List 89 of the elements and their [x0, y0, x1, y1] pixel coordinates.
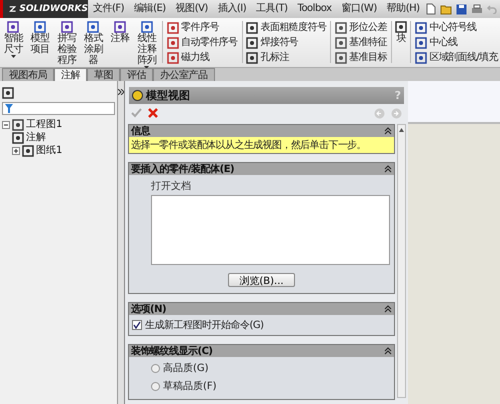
- ribbon-button[interactable]: 智能尺寸: [0, 21, 27, 59]
- radio-option[interactable]: 草稿品质(F): [129, 377, 394, 395]
- tool-icon: [335, 22, 348, 34]
- ribbon-button[interactable]: 形位公差: [335, 21, 387, 34]
- scroll-up-icon[interactable]: [399, 128, 404, 132]
- menu-item[interactable]: 帮助(H): [382, 0, 425, 18]
- tab[interactable]: 评估: [120, 68, 153, 81]
- tool-icon: [415, 52, 428, 64]
- tool-icon: [140, 21, 153, 33]
- new-file-icon: [426, 3, 436, 15]
- ribbon-button[interactable]: 注释: [106, 21, 134, 44]
- model-view-icon: [132, 90, 143, 101]
- tool-icon: [34, 21, 46, 33]
- tool-icon: [7, 21, 20, 33]
- section-header[interactable]: 信息: [129, 125, 394, 137]
- ribbon-button[interactable]: 模型项目: [26, 21, 54, 55]
- menu-item[interactable]: 工具(T): [251, 0, 293, 18]
- ribbon-button[interactable]: 磁力线: [167, 51, 238, 64]
- dropdown-icon[interactable]: [10, 55, 16, 59]
- menu-item[interactable]: 编辑(E): [129, 0, 171, 18]
- list-label: 打开文档: [150, 180, 192, 194]
- scrollbar[interactable]: [397, 124, 406, 398]
- collapse-icon[interactable]: [384, 305, 392, 313]
- ribbon-button[interactable]: 拼写检验程序: [53, 21, 80, 66]
- section-header[interactable]: 要插入的零件/装配体(E): [129, 163, 394, 175]
- folder-icon: [440, 4, 452, 14]
- tool-icon: [114, 21, 126, 33]
- tool-icon: [415, 22, 428, 34]
- menu-item[interactable]: 文件(F): [88, 0, 130, 18]
- menu-item[interactable]: 视图(V): [170, 0, 213, 18]
- undo-icon: [487, 4, 497, 14]
- collapse-icon[interactable]: [384, 127, 392, 135]
- printer-icon: [471, 4, 483, 14]
- tool-icon: [167, 36, 180, 48]
- info-message: 选择一零件或装配体以从之生成视图，然后单击下一步。: [129, 137, 394, 153]
- filter-icon: [5, 104, 13, 113]
- ribbon-button[interactable]: 基准目标: [335, 51, 387, 64]
- checkbox[interactable]: [132, 320, 142, 330]
- tree-item[interactable]: 图纸1: [12, 144, 115, 157]
- tool-icon: [415, 36, 428, 48]
- ribbon-button[interactable]: 基准特征: [335, 36, 387, 49]
- tool-icon: [167, 22, 180, 34]
- tool-icon: [87, 21, 100, 33]
- section-header[interactable]: 选项(N): [129, 303, 394, 315]
- tool-icon: [335, 52, 348, 64]
- filter-field[interactable]: [2, 102, 115, 115]
- ribbon-button[interactable]: 线性注释阵列: [134, 21, 160, 70]
- collapse-icon[interactable]: [384, 347, 392, 355]
- expand-icon[interactable]: [12, 146, 20, 154]
- radio-option[interactable]: 高品质(G): [129, 359, 394, 377]
- save-icon: [456, 4, 467, 14]
- app-logo: SOLIDWORKS: [0, 0, 88, 18]
- tab[interactable]: 草图: [87, 68, 120, 81]
- collapse-icon[interactable]: [2, 120, 10, 128]
- expand-icon: [118, 89, 124, 95]
- tool-icon: [246, 36, 258, 48]
- ribbon-button[interactable]: 中心线: [415, 36, 498, 49]
- document-list[interactable]: [151, 195, 390, 265]
- radio-button[interactable]: [151, 364, 160, 372]
- tool-icon: [60, 21, 73, 33]
- menu-item[interactable]: 插入(I): [212, 0, 252, 18]
- section-header[interactable]: 装饰螺纹线显示(C): [129, 345, 394, 357]
- tool-icon: [246, 22, 258, 34]
- dropdown-icon[interactable]: [144, 66, 150, 70]
- ribbon-button[interactable]: 焊接符号: [246, 36, 326, 49]
- panel-title: 模型视图: [146, 88, 190, 103]
- tool-icon: [246, 52, 258, 64]
- ribbon-button[interactable]: 块: [394, 21, 408, 44]
- ribbon-button[interactable]: 区域剖面线/填充: [415, 51, 498, 64]
- ribbon-button[interactable]: 零件序号: [167, 21, 238, 34]
- menu-item[interactable]: Toolbox: [292, 0, 337, 18]
- tree-item[interactable]: 注解: [12, 131, 115, 144]
- tool-icon: [167, 52, 180, 64]
- radio-button[interactable]: [151, 382, 160, 390]
- ribbon-button[interactable]: 孔标注: [246, 51, 326, 64]
- tree-item[interactable]: 工程图1: [2, 118, 115, 131]
- tab[interactable]: 视图布局: [2, 68, 54, 81]
- ribbon-button[interactable]: 表面粗糙度符号: [246, 21, 326, 34]
- ribbon-button[interactable]: 自动零件序号: [167, 36, 238, 49]
- collapse-icon[interactable]: [384, 165, 392, 173]
- browse-button[interactable]: 浏览(B)...: [228, 273, 295, 287]
- option-checkbox[interactable]: 生成新工程图时开始命令(G): [129, 315, 394, 335]
- tab[interactable]: 办公室产品: [153, 68, 214, 81]
- close-icon[interactable]: [148, 108, 158, 118]
- ribbon-button[interactable]: 格式涂刷器: [80, 21, 107, 66]
- tool-icon: [335, 36, 348, 48]
- menu-item[interactable]: 窗口(W): [336, 0, 382, 18]
- tab[interactable]: 注解: [54, 68, 87, 81]
- ribbon-button[interactable]: 中心符号线: [415, 21, 498, 34]
